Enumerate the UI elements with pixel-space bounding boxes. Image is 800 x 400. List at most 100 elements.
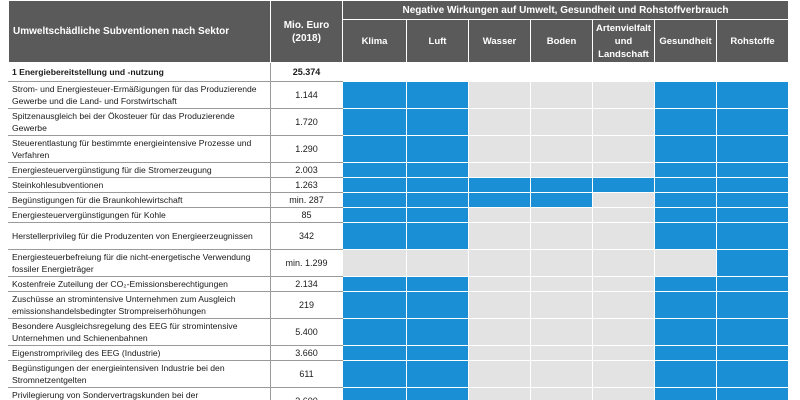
impact-cell-yes (654, 291, 717, 319)
section-row: 1 Energiebereitstellung und -nutzung 25.… (8, 62, 790, 82)
impact-cell-yes (654, 108, 717, 136)
impact-cell-no (468, 207, 531, 223)
impact-cell-no (406, 249, 469, 277)
impact-cell-yes (654, 162, 717, 178)
impact-cell-yes (715, 192, 790, 208)
impact-cell-yes (406, 318, 469, 346)
amount-column-header: Mio. Euro (2018) (270, 0, 343, 63)
impact-cell-yes (406, 192, 469, 208)
impact-cell-yes (342, 135, 407, 163)
impact-cell-yes (715, 162, 790, 178)
impact-cell-yes (654, 207, 717, 223)
impact-cell-yes (342, 291, 407, 319)
table-row: Herstellerprivileg für die Produzenten v… (8, 222, 790, 250)
impact-cell-yes (406, 162, 469, 178)
impact-cell-yes (342, 387, 407, 400)
table-row: Eigenstromprivileg des EEG (Industrie) 3.… (8, 345, 790, 361)
impact-cell-yes (654, 360, 717, 388)
subsidy-amount: 342 (270, 222, 343, 250)
impact-cell-no (592, 222, 655, 250)
section-label: 1 Energiebereitstellung und -nutzung (8, 62, 271, 82)
subsidy-label: Herstellerprivileg für die Produzenten v… (8, 222, 271, 250)
subsidy-label: Energiesteuervergünstigungen für Kohle (8, 207, 271, 223)
subsidy-label: Eigenstromprivileg des EEG (Industrie) (8, 345, 271, 361)
impact-cell-yes (715, 207, 790, 223)
impact-cell-no (592, 360, 655, 388)
impact-cell-no (592, 81, 655, 109)
impact-column-label: Klima (361, 35, 388, 47)
impact-cell-no (468, 135, 531, 163)
impact-group-header: Negative Wirkungen auf Umwelt, Gesundhei… (341, 0, 790, 20)
subsidy-label: Begünstigungen der energieintensiven Ind… (8, 360, 271, 388)
impact-cell-yes (715, 135, 790, 163)
impact-cell-yes (342, 177, 407, 193)
table-row: Energiesteuerbefreiung für die nicht-ene… (8, 249, 790, 277)
impact-cell-yes (406, 222, 469, 250)
impact-cell-no (468, 249, 531, 277)
impact-cell-no (468, 276, 531, 292)
subsidy-amount: min. 287 (270, 192, 343, 208)
table-row: Privilegierung von Sondervertragskunden … (8, 387, 790, 400)
subsidy-table-container: Umweltschädliche Subventionen nach Sekto… (0, 0, 800, 400)
impact-cell-yes (715, 222, 790, 250)
subsidy-amount: min. 1.299 (270, 249, 343, 277)
impact-cell-yes (468, 177, 531, 193)
table-row: Strom- und Energiesteuer-Ermäßigungen fü… (8, 81, 790, 109)
impact-cell-yes (654, 135, 717, 163)
impact-column-header: Wasser (468, 19, 531, 63)
subsidy-amount: 3.600 (270, 387, 343, 400)
impact-cell-yes (406, 276, 469, 292)
table-row: Spitzenausgleich bei der Ökosteuer für d… (8, 108, 790, 136)
impact-cell-yes (715, 291, 790, 319)
impact-cell-no (654, 249, 717, 277)
impact-cell-no (530, 318, 593, 346)
subsidy-label: Privilegierung von Sondervertragskunden … (8, 387, 271, 400)
subsidy-amount: 2.003 (270, 162, 343, 178)
impact-cell-no (530, 81, 593, 109)
section-blank (341, 62, 790, 82)
impact-cell-yes (654, 345, 717, 361)
impact-cell-yes (342, 222, 407, 250)
subsidy-label: Zuschüsse an stromintensive Unternehmen … (8, 291, 271, 319)
table-body: 1 Energiebereitstellung und -nutzung 25.… (8, 62, 790, 400)
table-row: Begünstigungen für die Braunkohlewirtsch… (8, 192, 790, 208)
subsidy-amount: 1.290 (270, 135, 343, 163)
impact-column-header: Boden (530, 19, 593, 63)
table-row: Steinkohlesubventionen 1.263 (8, 177, 790, 193)
impact-cell-yes (342, 318, 407, 346)
subsidy-impact-table: Umweltschädliche Subventionen nach Sekto… (8, 0, 790, 400)
section-total: 25.374 (270, 62, 343, 82)
impact-cell-no (530, 291, 593, 319)
table-row: Zuschüsse an stromintensive Unternehmen … (8, 291, 790, 319)
impact-cell-yes (342, 162, 407, 178)
impact-cell-no (530, 135, 593, 163)
subsidy-label: Spitzenausgleich bei der Ökosteuer für d… (8, 108, 271, 136)
impact-cell-yes (715, 81, 790, 109)
impact-cell-no (468, 345, 531, 361)
impact-cell-yes (715, 318, 790, 346)
impact-cell-no (592, 387, 655, 400)
impact-cell-yes (654, 192, 717, 208)
impact-cell-yes (530, 177, 593, 193)
impact-column-header: Klima (342, 19, 407, 63)
subsidy-amount: 85 (270, 207, 343, 223)
impact-column-label: Gesundheit (659, 35, 712, 47)
sector-column-header: Umweltschädliche Subventionen nach Sekto… (8, 0, 271, 63)
impact-cell-yes (654, 81, 717, 109)
subsidy-label: Besondere Ausgleichsregelung des EEG für… (8, 318, 271, 346)
impact-cell-yes (406, 81, 469, 109)
impact-cell-yes (654, 222, 717, 250)
impact-cell-yes (342, 81, 407, 109)
impact-cell-yes (406, 135, 469, 163)
amount-year-label: (2018) (292, 32, 321, 44)
impact-cell-yes (715, 108, 790, 136)
impact-cell-no (530, 222, 593, 250)
impact-cell-no (530, 108, 593, 136)
impact-cell-yes (715, 177, 790, 193)
impact-cell-yes (530, 192, 593, 208)
impact-cell-yes (592, 177, 655, 193)
impact-cell-yes (715, 345, 790, 361)
subsidy-amount: 219 (270, 291, 343, 319)
impact-column-label: und (614, 35, 633, 47)
impact-column-label: Wasser (482, 35, 517, 47)
